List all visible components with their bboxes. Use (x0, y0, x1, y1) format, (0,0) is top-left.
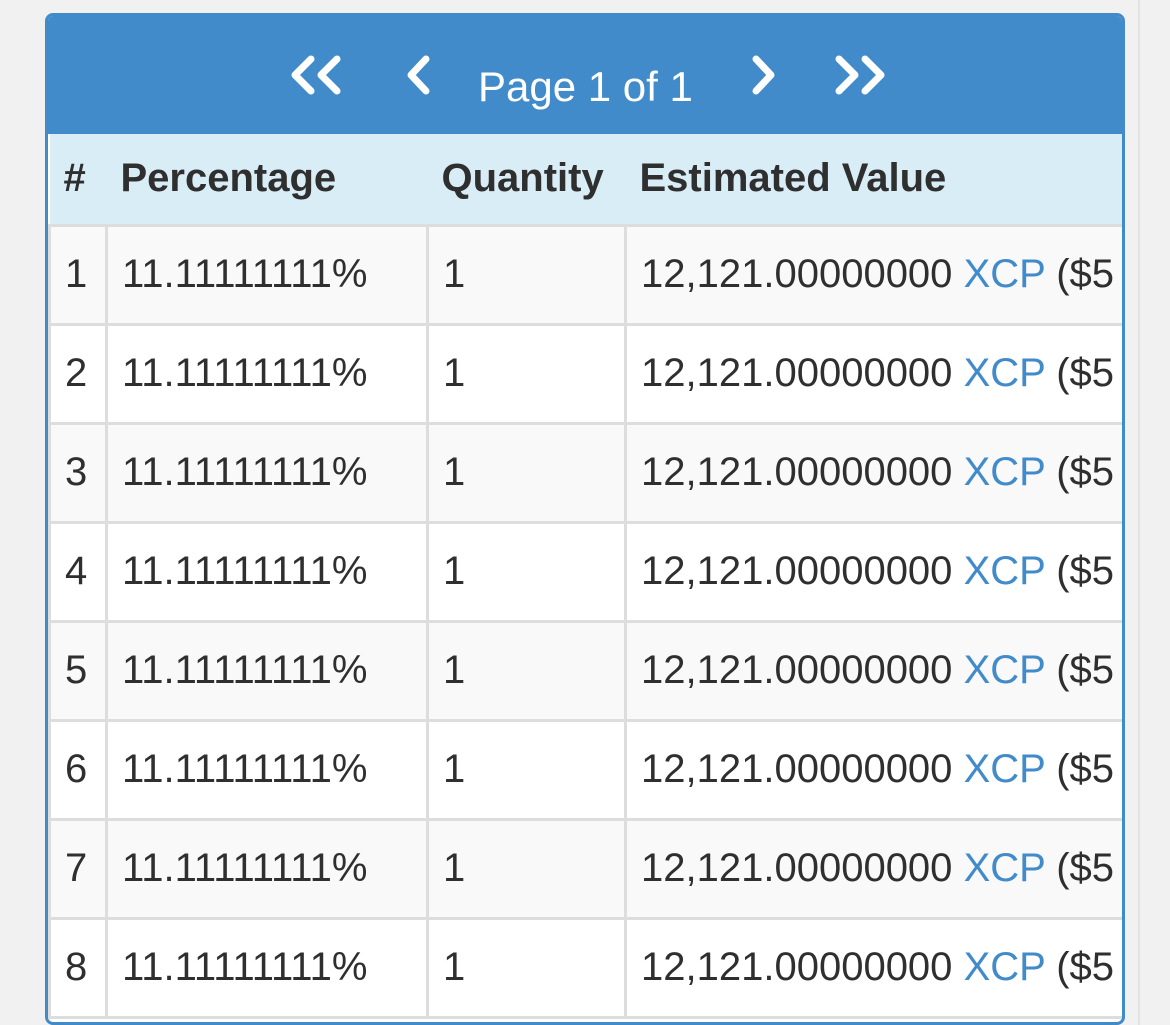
asset-link-xcp[interactable]: XCP (964, 846, 1046, 890)
estimated-value-amount: 12,121.00000000 (641, 846, 953, 890)
table-row: 3 11.11111111% 1 12,121.00000000 XCP ($5 (48, 423, 1122, 524)
row-number: 6 (48, 720, 107, 821)
percentage-cell: 11.11111111% (105, 324, 428, 425)
usd-value: ($5 (1056, 846, 1115, 890)
row-number: 7 (48, 819, 107, 920)
usd-value: ($5 (1056, 252, 1115, 296)
percentage-cell: 11.11111111% (105, 621, 428, 722)
asset-link-xcp[interactable]: XCP (964, 549, 1046, 593)
estimated-value-cell: 12,121.00000000 XCP ($5 (624, 225, 1122, 326)
percentage-cell: 11.11111111% (105, 225, 428, 326)
usd-value: ($5 (1056, 747, 1115, 791)
estimated-value-amount: 12,121.00000000 (641, 252, 953, 296)
quantity-cell: 1 (426, 522, 626, 623)
estimated-value-cell: 12,121.00000000 XCP ($5 (624, 819, 1122, 920)
page-indicator: Page 1 of 1 (478, 63, 693, 110)
percentage-cell: 11.11111111% (105, 918, 428, 1019)
last-page-button[interactable] (826, 16, 890, 134)
asset-link-xcp[interactable]: XCP (964, 747, 1046, 791)
row-number: 8 (48, 918, 107, 1019)
estimated-value-cell: 12,121.00000000 XCP ($5 (624, 324, 1122, 425)
pagination-bar: Page 1 of 1 (48, 16, 1122, 134)
header-row: # Percentage Quantity Estimated Value (49, 134, 1122, 227)
quantity-cell: 1 (426, 324, 626, 425)
table-row: 7 11.11111111% 1 12,121.00000000 XCP ($5 (48, 819, 1122, 920)
asset-link-xcp[interactable]: XCP (964, 945, 1046, 989)
asset-link-xcp[interactable]: XCP (964, 252, 1046, 296)
table-row: 6 11.11111111% 1 12,121.00000000 XCP ($5 (48, 720, 1122, 821)
percentage-cell: 11.11111111% (105, 819, 428, 920)
column-header-estimated-value: Estimated Value (625, 134, 1122, 227)
asset-link-xcp[interactable]: XCP (964, 450, 1046, 494)
estimated-value-amount: 12,121.00000000 (641, 549, 953, 593)
column-header-number: # (49, 134, 107, 227)
row-number: 5 (48, 621, 107, 722)
table-row: 1 11.11111111% 1 12,121.00000000 XCP ($5 (48, 225, 1122, 326)
next-page-button[interactable] (738, 16, 788, 134)
estimated-value-cell: 12,121.00000000 XCP ($5 (624, 918, 1122, 1019)
double-chevron-right-icon (835, 55, 885, 95)
table-row: 2 11.11111111% 1 12,121.00000000 XCP ($5 (48, 324, 1122, 425)
double-chevron-left-icon (291, 55, 341, 95)
quantity-cell: 1 (426, 225, 626, 326)
estimated-value-amount: 12,121.00000000 (641, 648, 953, 692)
estimated-value-amount: 12,121.00000000 (641, 945, 953, 989)
quantity-cell: 1 (426, 720, 626, 821)
row-number: 2 (48, 324, 107, 425)
usd-value: ($5 (1056, 648, 1115, 692)
percentage-cell: 11.11111111% (105, 522, 428, 623)
table-row: 8 11.11111111% 1 12,121.00000000 XCP ($5 (48, 918, 1122, 1019)
asset-link-xcp[interactable]: XCP (964, 648, 1046, 692)
chevron-right-icon (752, 55, 775, 95)
estimated-value-amount: 12,121.00000000 (641, 450, 953, 494)
dividends-panel: Page 1 of 1 # Percentage Quantity Estima… (45, 13, 1125, 1025)
estimated-value-cell: 12,121.00000000 XCP ($5 (624, 720, 1122, 821)
usd-value: ($5 (1056, 549, 1115, 593)
row-number: 4 (48, 522, 107, 623)
quantity-cell: 1 (426, 819, 626, 920)
estimated-value-amount: 12,121.00000000 (641, 351, 953, 395)
chevron-left-icon (407, 55, 430, 95)
estimated-value-cell: 12,121.00000000 XCP ($5 (624, 621, 1122, 722)
quantity-cell: 1 (426, 423, 626, 524)
quantity-cell: 1 (426, 918, 626, 1019)
previous-page-button[interactable] (394, 16, 444, 134)
estimated-value-cell: 12,121.00000000 XCP ($5 (624, 522, 1122, 623)
holders-table: # Percentage Quantity Estimated Value 11… (48, 134, 1122, 1019)
usd-value: ($5 (1056, 945, 1115, 989)
column-header-quantity: Quantity (427, 134, 626, 227)
row-number: 3 (48, 423, 107, 524)
estimated-value-amount: 12,121.00000000 (641, 747, 953, 791)
asset-link-xcp[interactable]: XCP (964, 351, 1046, 395)
row-number: 1 (48, 225, 107, 326)
table-row: 4 11.11111111% 1 12,121.00000000 XCP ($5 (48, 522, 1122, 623)
page-scrollbar[interactable] (1138, 0, 1170, 1025)
usd-value: ($5 (1056, 351, 1115, 395)
percentage-cell: 11.11111111% (105, 720, 428, 821)
quantity-cell: 1 (426, 621, 626, 722)
first-page-button[interactable] (286, 16, 350, 134)
table-row: 5 11.11111111% 1 12,121.00000000 XCP ($5 (48, 621, 1122, 722)
estimated-value-cell: 12,121.00000000 XCP ($5 (624, 423, 1122, 524)
percentage-cell: 11.11111111% (105, 423, 428, 524)
column-header-percentage: Percentage (106, 134, 428, 227)
usd-value: ($5 (1056, 450, 1115, 494)
table-body: 1 11.11111111% 1 12,121.00000000 XCP ($5 2 11… (48, 225, 1122, 1019)
table-header: # Percentage Quantity Estimated Value (49, 134, 1122, 227)
